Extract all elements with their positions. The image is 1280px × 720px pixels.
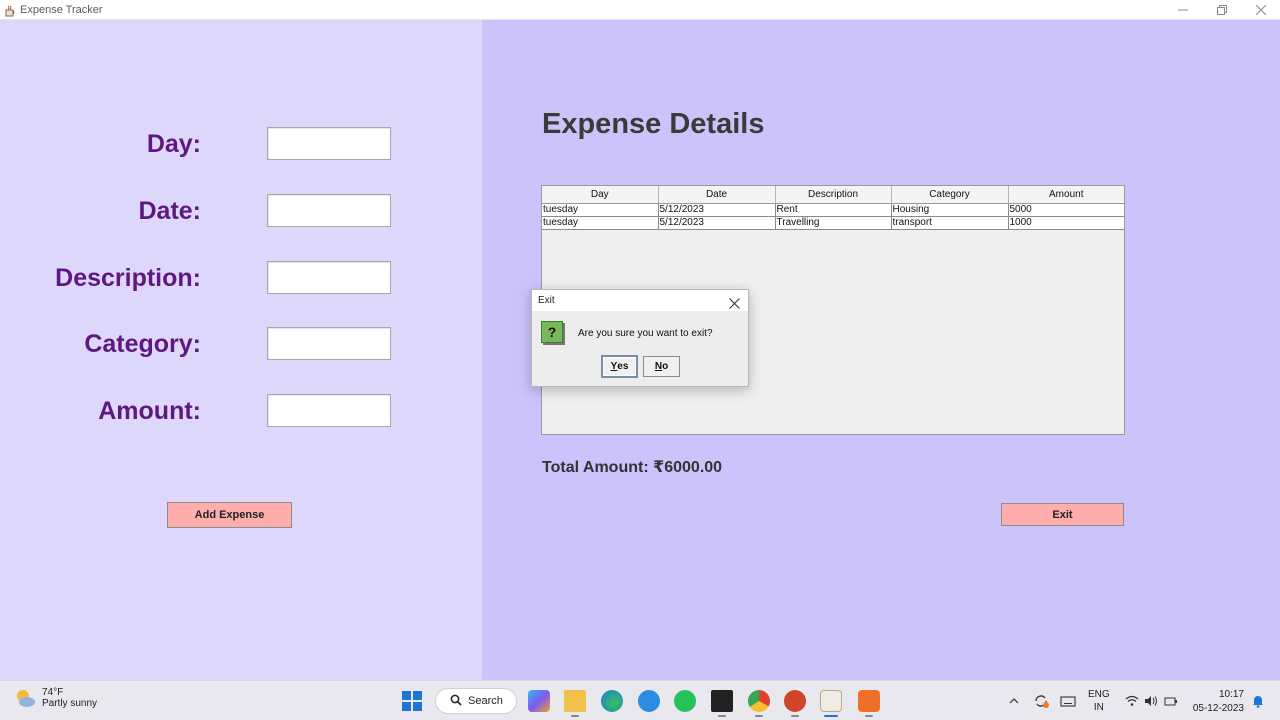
restore-button[interactable] xyxy=(1202,0,1241,20)
battery-icon[interactable] xyxy=(1164,681,1178,720)
vscode-icon[interactable] xyxy=(638,690,660,712)
minimize-button[interactable] xyxy=(1163,0,1202,20)
dialog-close-icon[interactable] xyxy=(729,292,740,313)
yes-label-rest: es xyxy=(617,361,629,372)
close-button[interactable] xyxy=(1241,0,1280,20)
update-status-icon[interactable] xyxy=(1032,681,1050,720)
taskbar-search-button[interactable]: Search xyxy=(435,688,517,714)
search-label: Search xyxy=(468,695,503,707)
expense-form-panel: Day: Date: Description: Category: Amount… xyxy=(0,20,482,680)
cell-day[interactable]: tuesday xyxy=(542,216,659,230)
no-button[interactable]: No xyxy=(643,356,680,377)
cell-date[interactable]: 5/12/2023 xyxy=(658,203,776,217)
column-header-category[interactable]: Category xyxy=(891,186,1009,204)
xampp-indicator xyxy=(865,715,873,717)
no-label-rest: o xyxy=(662,361,669,372)
description-input[interactable] xyxy=(267,261,391,294)
keyboard-icon[interactable] xyxy=(1060,681,1076,720)
date-input[interactable] xyxy=(267,194,391,227)
partly-sunny-icon xyxy=(14,687,36,709)
java-app-icon xyxy=(4,4,16,16)
yes-button[interactable]: Yes xyxy=(602,356,637,377)
notification-bell-icon[interactable] xyxy=(1252,681,1264,720)
question-icon: ? xyxy=(541,321,563,343)
page-title: Expense Details xyxy=(542,108,765,140)
edge-browser-icon[interactable] xyxy=(601,690,623,712)
amount-label: Amount: xyxy=(98,397,201,425)
intellij-indicator xyxy=(718,715,726,717)
amount-input[interactable] xyxy=(267,394,391,427)
java-taskbar-icon[interactable] xyxy=(820,690,842,712)
total-amount: Total Amount: ₹6000.00 xyxy=(542,459,723,476)
windows-start-icon[interactable] xyxy=(402,691,422,711)
cell-date[interactable]: 5/12/2023 xyxy=(658,216,776,230)
cell-description[interactable]: Rent xyxy=(775,203,892,217)
dialog-message: Are you sure you want to exit? xyxy=(578,328,713,339)
no-mnemonic: N xyxy=(654,361,663,372)
powerpoint-icon[interactable] xyxy=(784,690,806,712)
cell-amount[interactable]: 5000 xyxy=(1008,203,1124,217)
clock-time: 10:17 xyxy=(1218,689,1244,700)
xampp-icon[interactable] xyxy=(858,690,880,712)
show-hidden-icons-chevron-icon[interactable] xyxy=(1008,681,1020,720)
wifi-icon[interactable] xyxy=(1125,681,1139,720)
java-active-indicator xyxy=(824,715,838,717)
date-label: Date: xyxy=(138,197,201,225)
language-indicator[interactable]: ENG IN xyxy=(1088,681,1110,720)
volume-icon[interactable] xyxy=(1144,681,1158,720)
description-label: Description: xyxy=(55,264,201,292)
window-controls xyxy=(1163,0,1280,20)
cell-day[interactable]: tuesday xyxy=(542,203,659,217)
chrome-icon[interactable] xyxy=(748,690,770,712)
day-input[interactable] xyxy=(267,127,391,160)
chrome-indicator xyxy=(755,715,763,717)
table-header-row: Day Date Description Category Amount xyxy=(542,186,1124,204)
file-explorer-icon[interactable] xyxy=(564,690,586,712)
column-header-date[interactable]: Date xyxy=(658,186,776,204)
add-expense-button[interactable]: Add Expense xyxy=(167,502,292,528)
weather-temperature: 74°F xyxy=(42,687,64,698)
cell-description[interactable]: Travelling xyxy=(775,216,892,230)
language-region: IN xyxy=(1093,702,1104,713)
weather-widget[interactable]: 74°F Partly sunny xyxy=(14,687,97,709)
dialog-title: Exit xyxy=(538,295,555,306)
category-label: Category: xyxy=(84,330,201,358)
category-input[interactable] xyxy=(267,327,391,360)
copilot-icon[interactable] xyxy=(528,690,550,712)
table-row[interactable]: tuesday 5/12/2023 Rent Housing 5000 xyxy=(542,203,1124,217)
column-header-day[interactable]: Day xyxy=(542,186,659,204)
weather-description: Partly sunny xyxy=(42,698,98,709)
column-header-amount[interactable]: Amount xyxy=(1008,186,1124,204)
table-row[interactable]: tuesday 5/12/2023 Travelling transport 1… xyxy=(542,216,1124,230)
cell-category[interactable]: Housing xyxy=(891,203,1009,217)
exit-dialog: Exit ? Are you sure you want to exit? Ye… xyxy=(531,289,749,387)
yes-mnemonic: Y xyxy=(610,361,618,372)
window-title: Expense Tracker xyxy=(20,3,103,16)
window-title-bar: Expense Tracker xyxy=(0,0,1280,20)
taskbar: 74°F Partly sunny Search ENG IN 10:17 05… xyxy=(0,680,1280,720)
cell-category[interactable]: transport xyxy=(891,216,1009,230)
system-clock[interactable]: 10:17 05-12-2023 xyxy=(1193,688,1244,716)
intellij-icon[interactable] xyxy=(711,690,733,712)
powerpoint-indicator xyxy=(791,715,799,717)
exit-button[interactable]: Exit xyxy=(1001,503,1124,526)
day-label: Day: xyxy=(146,130,201,158)
column-header-description[interactable]: Description xyxy=(775,186,892,204)
language-code: ENG xyxy=(1088,689,1110,700)
clock-date: 05-12-2023 xyxy=(1192,703,1244,714)
search-icon xyxy=(450,694,462,709)
whatsapp-icon[interactable] xyxy=(674,690,696,712)
cell-amount[interactable]: 1000 xyxy=(1008,216,1124,230)
file-explorer-indicator xyxy=(571,715,579,717)
dialog-body: ? Are you sure you want to exit? Yes No xyxy=(532,311,748,386)
